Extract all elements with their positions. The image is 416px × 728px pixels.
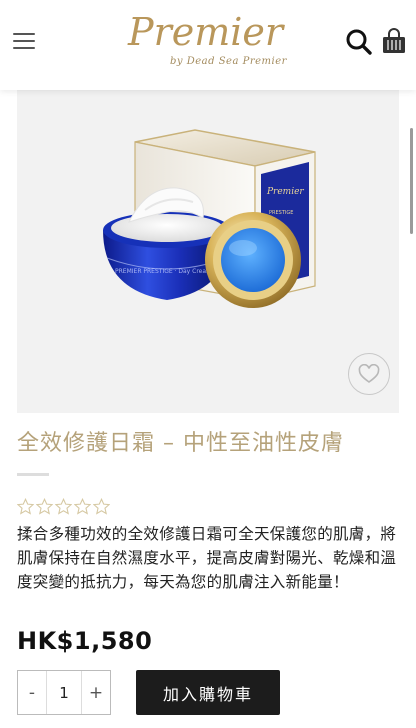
quantity-stepper: - 1 + xyxy=(17,670,111,715)
svg-text:PRESTIGE: PRESTIGE xyxy=(269,210,293,216)
logo-text: Premier xyxy=(128,10,284,54)
scrollbar[interactable] xyxy=(410,128,413,234)
logo-subtitle: by Dead Sea Premier xyxy=(170,56,287,67)
star-outline-icon xyxy=(93,498,110,515)
site-logo[interactable]: Premier by Dead Sea Premier xyxy=(128,10,288,72)
product-rating[interactable] xyxy=(17,498,110,515)
star-outline-icon xyxy=(36,498,53,515)
star-outline-icon xyxy=(74,498,91,515)
product-description: 揉合多種功效的全效修護日霜可全天保護您的肌膚，將肌膚保持在自然濕度水平，提高皮膚… xyxy=(17,525,397,591)
site-header: Premier by Dead Sea Premier xyxy=(0,0,416,90)
quantity-increase-button[interactable]: + xyxy=(82,671,110,714)
product-title: 全效修護日霜 – 中性至油性皮膚 xyxy=(17,431,344,456)
svg-text:PREMIER PRESTIGE · Day Cream: PREMIER PRESTIGE · Day Cream xyxy=(115,268,212,275)
quantity-decrease-button[interactable]: - xyxy=(18,671,46,714)
cart-icon[interactable] xyxy=(382,28,406,54)
title-divider xyxy=(17,473,49,476)
star-outline-icon xyxy=(17,498,34,515)
svg-text:Premier: Premier xyxy=(266,187,304,197)
product-price: HK$1,580 xyxy=(17,627,153,655)
heart-icon xyxy=(358,364,380,383)
star-outline-icon xyxy=(55,498,72,515)
quantity-input[interactable]: 1 xyxy=(46,671,82,714)
wishlist-button[interactable] xyxy=(348,353,390,395)
menu-icon[interactable] xyxy=(13,33,35,51)
add-to-cart-button[interactable]: 加入購物車 xyxy=(136,670,280,715)
search-icon[interactable] xyxy=(345,28,373,56)
product-image[interactable]: Premier PRESTIGE PREMIER PRESTIGE · Day … xyxy=(17,90,399,413)
